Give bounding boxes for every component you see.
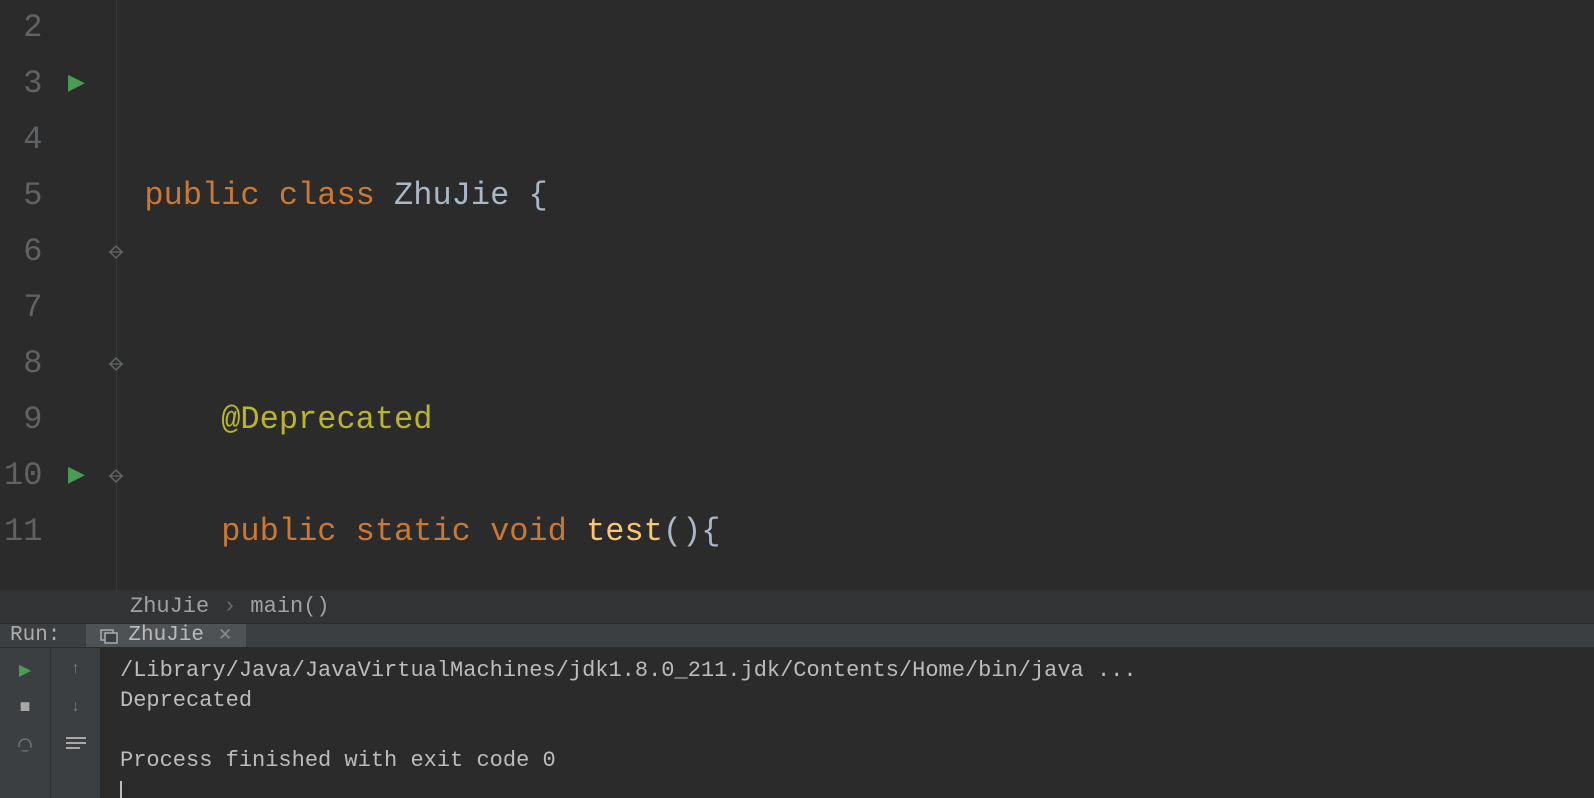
run-toolbar-left: ▶ ■ (0, 648, 50, 798)
line-number: 11 (4, 504, 42, 560)
line-number-gutter: 2 3 4 5 6 7 8 9 10 11 (0, 0, 54, 590)
code-content[interactable]: public class ZhuJie { @Deprecated public… (134, 0, 1594, 590)
run-panel-label: Run: (0, 624, 86, 647)
run-main-icon[interactable]: ▶ (68, 448, 85, 504)
line-number: 3 (4, 56, 42, 112)
line-number: 2 (4, 0, 42, 56)
soft-wrap-icon[interactable] (66, 736, 86, 750)
breadcrumb-separator-icon: › (223, 594, 236, 619)
console-output[interactable]: /Library/Java/JavaVirtualMachines/jdk1.8… (100, 648, 1594, 798)
run-tab-label: ZhuJie (128, 624, 204, 647)
line-number: 6 (4, 224, 42, 280)
stop-icon[interactable]: ■ (20, 698, 31, 718)
line-number: 9 (4, 392, 42, 448)
run-class-icon[interactable]: ▶ (68, 56, 85, 112)
line-number: 4 (4, 112, 42, 168)
breadcrumb-method[interactable]: main() (250, 594, 329, 619)
breadcrumb-class[interactable]: ZhuJie (130, 594, 209, 619)
run-gutter: ▶ ▶ (54, 0, 98, 590)
up-arrow-icon[interactable]: ↑ (71, 660, 81, 678)
editor-area[interactable]: 2 3 4 5 6 7 8 9 10 11 ▶ ▶ (0, 0, 1594, 590)
fold-gutter (98, 0, 134, 590)
close-icon[interactable]: ✕ (218, 625, 232, 646)
run-toolbar-left2: ↑ ↓ (50, 648, 100, 798)
down-arrow-icon[interactable]: ↓ (71, 698, 81, 716)
line-number: 5 (4, 168, 42, 224)
rerun-icon[interactable]: ▶ (19, 660, 31, 680)
console-command-line: /Library/Java/JavaVirtualMachines/jdk1.8… (120, 658, 1137, 683)
breadcrumb: ZhuJie › main() (0, 590, 1594, 623)
settings-icon[interactable] (16, 736, 34, 754)
application-icon (100, 627, 118, 645)
console-cursor (120, 781, 122, 798)
app-root: 2 3 4 5 6 7 8 9 10 11 ▶ ▶ (0, 0, 1594, 798)
console-exit-line: Process finished with exit code 0 (120, 748, 556, 773)
run-tab[interactable]: ZhuJie ✕ (86, 624, 246, 647)
run-panel-header: Run: ZhuJie ✕ (0, 623, 1594, 648)
line-number: 10 (4, 448, 42, 504)
run-output-area: ▶ ■ ↑ ↓ /Library/Java/JavaVirtualMachine… (0, 648, 1594, 798)
line-number: 8 (4, 336, 42, 392)
line-number: 7 (4, 280, 42, 336)
console-stdout-line: Deprecated (120, 688, 252, 713)
